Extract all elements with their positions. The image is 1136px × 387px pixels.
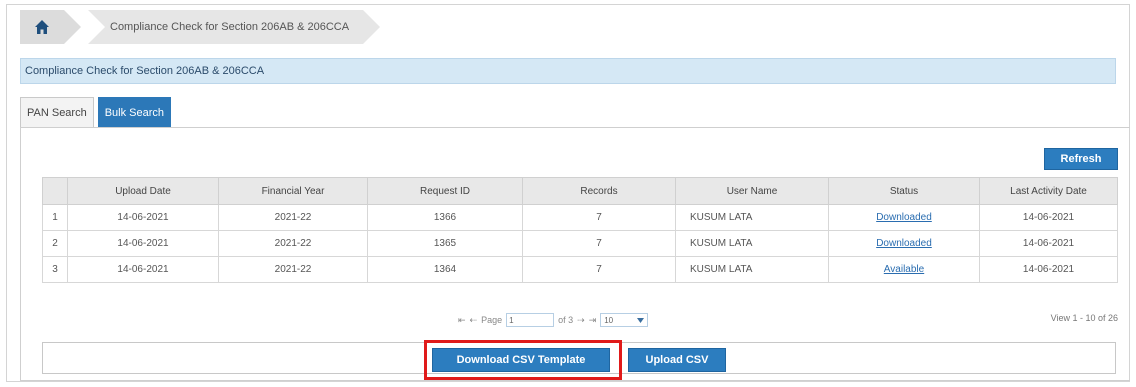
view-records-info: View 1 - 10 of 26 xyxy=(1050,313,1118,323)
table-header-row: Upload Date Financial Year Request ID Re… xyxy=(42,177,1118,205)
upload-csv-button[interactable]: Upload CSV xyxy=(628,348,726,372)
section-header: Compliance Check for Section 206AB & 206… xyxy=(20,58,1116,84)
section-title: Compliance Check for Section 206AB & 206… xyxy=(25,65,265,77)
cell-user-name: KUSUM LATA xyxy=(675,256,829,283)
cell-request-id: 1364 xyxy=(367,256,523,283)
status-link[interactable]: Downloaded xyxy=(876,212,932,223)
row-index: 2 xyxy=(42,230,68,257)
tab-bulk-search-label: Bulk Search xyxy=(104,106,165,119)
tab-bulk-search[interactable]: Bulk Search xyxy=(97,97,172,127)
status-link[interactable]: Downloaded xyxy=(876,238,932,249)
breadcrumb-home[interactable] xyxy=(20,10,83,44)
cell-financial-year: 2021-22 xyxy=(218,204,368,231)
cell-last-activity: 14-06-2021 xyxy=(979,256,1118,283)
row-index: 1 xyxy=(42,204,68,231)
breadcrumb: Compliance Check for Section 206AB & 206… xyxy=(20,10,381,44)
cell-user-name: KUSUM LATA xyxy=(675,204,829,231)
requests-table: Upload Date Financial Year Request ID Re… xyxy=(42,177,1118,283)
cell-upload-date: 14-06-2021 xyxy=(67,230,219,257)
col-header-index xyxy=(42,177,68,205)
cell-upload-date: 14-06-2021 xyxy=(67,256,219,283)
cell-last-activity: 14-06-2021 xyxy=(979,204,1118,231)
cell-last-activity: 14-06-2021 xyxy=(979,230,1118,257)
page-number-input[interactable] xyxy=(506,313,555,327)
cell-status: Available xyxy=(828,256,980,283)
download-csv-template-button[interactable]: Download CSV Template xyxy=(432,348,610,372)
col-header-upload-date[interactable]: Upload Date xyxy=(67,177,219,205)
prev-page-icon[interactable]: ⇠ xyxy=(470,315,478,326)
status-link[interactable]: Available xyxy=(884,264,924,275)
page-label: Page xyxy=(481,315,503,325)
col-header-last-activity[interactable]: Last Activity Date xyxy=(979,177,1118,205)
cell-request-id: 1366 xyxy=(367,204,523,231)
col-header-records[interactable]: Records xyxy=(522,177,676,205)
upload-csv-label: Upload CSV xyxy=(645,354,709,366)
pagination: ⇤ ⇠ Page of 3 ⇢ ⇥ 10 xyxy=(458,312,649,328)
breadcrumb-current[interactable]: Compliance Check for Section 206AB & 206… xyxy=(88,10,381,44)
col-header-request-id[interactable]: Request ID xyxy=(367,177,523,205)
cell-financial-year: 2021-22 xyxy=(218,230,368,257)
breadcrumb-current-label: Compliance Check for Section 206AB & 206… xyxy=(110,21,350,33)
home-icon xyxy=(35,20,49,34)
first-page-icon[interactable]: ⇤ xyxy=(458,315,466,326)
col-header-user-name[interactable]: User Name xyxy=(675,177,829,205)
page-count-label: of 3 xyxy=(558,315,574,325)
table-row[interactable]: 2 14-06-2021 2021-22 1365 7 KUSUM LATA D… xyxy=(42,230,1118,257)
download-csv-template-label: Download CSV Template xyxy=(456,354,586,366)
next-page-icon[interactable]: ⇢ xyxy=(577,315,585,326)
last-page-icon[interactable]: ⇥ xyxy=(589,315,597,326)
tab-bar: PAN Search Bulk Search xyxy=(20,97,175,127)
cell-upload-date: 14-06-2021 xyxy=(67,204,219,231)
col-header-financial-year[interactable]: Financial Year xyxy=(218,177,368,205)
page-size-value: 10 xyxy=(604,315,614,325)
cell-user-name: KUSUM LATA xyxy=(675,230,829,257)
table-row[interactable]: 3 14-06-2021 2021-22 1364 7 KUSUM LATA A… xyxy=(42,256,1118,283)
cell-status: Downloaded xyxy=(828,204,980,231)
cell-records: 7 xyxy=(522,230,676,257)
refresh-button[interactable]: Refresh xyxy=(1044,148,1118,170)
refresh-button-label: Refresh xyxy=(1060,153,1102,165)
chevron-down-icon xyxy=(637,317,645,323)
cell-financial-year: 2021-22 xyxy=(218,256,368,283)
page-size-select[interactable]: 10 xyxy=(600,313,649,327)
col-header-status[interactable]: Status xyxy=(828,177,980,205)
tab-pan-search-label: PAN Search xyxy=(27,106,87,119)
cell-records: 7 xyxy=(522,204,676,231)
cell-status: Downloaded xyxy=(828,230,980,257)
table-row[interactable]: 1 14-06-2021 2021-22 1366 7 KUSUM LATA D… xyxy=(42,204,1118,231)
row-index: 3 xyxy=(42,256,68,283)
tab-pan-search[interactable]: PAN Search xyxy=(20,97,94,127)
cell-records: 7 xyxy=(522,256,676,283)
cell-request-id: 1365 xyxy=(367,230,523,257)
